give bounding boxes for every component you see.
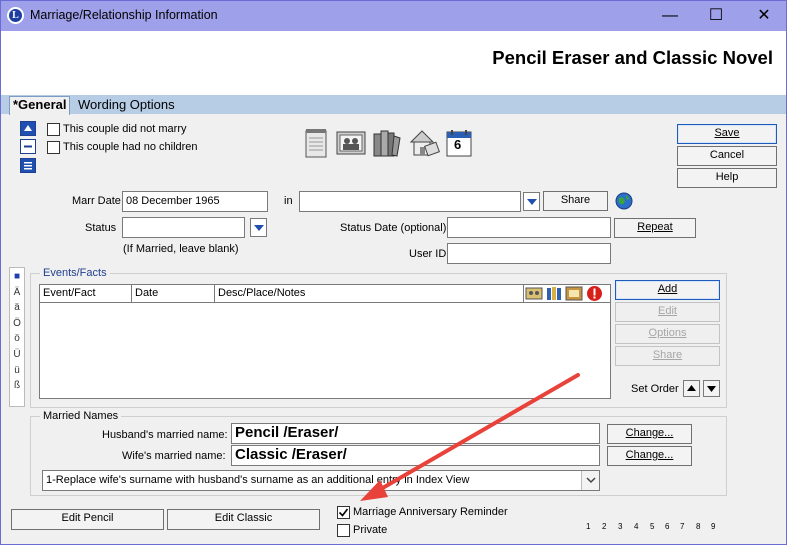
page-number-3[interactable]: 3 — [618, 522, 622, 531]
wife-married-name-input[interactable]: Classic /Eraser/ — [231, 445, 600, 466]
page-number-9[interactable]: 9 — [711, 522, 715, 531]
char-a-umlaut[interactable]: ä — [11, 300, 23, 316]
page-number-2[interactable]: 2 — [602, 522, 606, 531]
status-date-input[interactable] — [447, 217, 611, 238]
col-date[interactable]: Date — [132, 285, 215, 302]
options-event-button[interactable]: Options — [615, 324, 720, 344]
repeat-label: Repeat — [637, 221, 673, 233]
maximize-icon[interactable]: ☐ — [693, 0, 739, 31]
anniversary-reminder-label: Marriage Anniversary Reminder — [353, 506, 508, 518]
table-header-divider — [40, 302, 610, 303]
anniversary-reminder-checkbox[interactable] — [337, 506, 350, 519]
wife-married-name-label: Wife's married name: — [122, 450, 226, 462]
close-icon[interactable]: ✕ — [741, 0, 787, 31]
char-u-umlaut[interactable]: ü — [11, 363, 23, 379]
husband-married-name-label: Husband's married name: — [102, 429, 228, 441]
in-label: in — [284, 195, 293, 207]
globe-icon[interactable] — [615, 192, 633, 210]
share-place-button[interactable]: Share — [543, 191, 608, 211]
save-label: Save — [714, 127, 740, 139]
married-names-group-label: Married Names — [40, 410, 122, 422]
char-eszett[interactable]: ß — [11, 378, 23, 394]
order-down-icon[interactable] — [703, 380, 720, 397]
change-wife-label: Change... — [625, 449, 674, 461]
status-dropdown-icon[interactable] — [250, 218, 267, 237]
page-number-1[interactable]: 1 — [586, 522, 590, 531]
private-label: Private — [353, 524, 388, 536]
no-children-checkbox[interactable] — [47, 141, 60, 154]
media-column-icon[interactable] — [525, 286, 543, 301]
notes-column-icon[interactable] — [565, 286, 583, 301]
did-not-marry-checkbox[interactable] — [47, 123, 60, 136]
edit-wife-button[interactable]: Edit Classic — [167, 509, 320, 530]
window-title: Marriage/Relationship Information — [30, 8, 218, 22]
did-not-marry-label: This couple did not marry — [63, 123, 187, 135]
add-event-button[interactable]: Add — [615, 280, 720, 300]
edit-husband-button[interactable]: Edit Pencil — [11, 509, 164, 530]
add-event-label: Add — [657, 283, 678, 295]
page-number-7[interactable]: 7 — [680, 522, 684, 531]
change-wife-name-button[interactable]: Change... — [607, 446, 692, 466]
user-id-input[interactable] — [447, 243, 611, 264]
tab-wording-options[interactable]: Wording Options — [75, 97, 178, 114]
col-desc-place-notes[interactable]: Desc/Place/Notes — [215, 285, 524, 302]
page-number-4[interactable]: 4 — [634, 522, 638, 531]
status-label: Status — [85, 222, 117, 234]
save-button[interactable]: Save — [677, 124, 777, 144]
index-option-dropdown-icon[interactable] — [581, 471, 599, 490]
set-order-label: Set Order — [631, 383, 679, 395]
user-id-label: User ID — [409, 248, 447, 260]
share-event-label: Share — [652, 349, 683, 361]
marr-date-input[interactable]: 08 December 1965 — [122, 191, 268, 212]
status-hint: (If Married, leave blank) — [123, 243, 239, 255]
order-up-icon[interactable] — [683, 380, 700, 397]
alert-column-icon[interactable] — [586, 285, 603, 302]
page-number-6[interactable]: 6 — [665, 522, 669, 531]
notes-icon[interactable] — [304, 128, 328, 158]
list-menu-icon[interactable] — [20, 158, 36, 173]
no-children-label: This couple had no children — [63, 141, 198, 153]
change-husband-label: Change... — [625, 427, 674, 439]
change-husband-name-button[interactable]: Change... — [607, 424, 692, 444]
minimize-icon[interactable]: — — [647, 0, 693, 31]
events-group-label: Events/Facts — [40, 267, 110, 279]
index-view-option-select[interactable]: 1-Replace wife's surname with husband's … — [42, 470, 600, 491]
collapse-icon[interactable] — [20, 139, 36, 154]
app-logo-icon: L — [7, 7, 24, 24]
tab-general[interactable]: *General — [9, 96, 71, 115]
place-dropdown-icon[interactable] — [523, 192, 540, 211]
couple-name-title: Pencil Eraser and Classic Novel — [492, 47, 773, 68]
char-o-umlaut[interactable]: ö — [11, 331, 23, 347]
repeat-button[interactable]: Repeat — [614, 218, 696, 238]
char-A-umlaut[interactable]: Ä — [11, 285, 23, 301]
page-number-8[interactable]: 8 — [696, 522, 700, 531]
calendar-day-number: 6 — [454, 137, 462, 152]
status-input[interactable] — [122, 217, 245, 238]
media-icon[interactable] — [336, 130, 366, 156]
special-characters-list: ■ Ä ä Ö ö Ü ü ß — [11, 269, 23, 394]
private-checkbox[interactable] — [337, 524, 350, 537]
move-up-icon[interactable] — [20, 121, 36, 136]
home-address-icon[interactable] — [408, 128, 440, 158]
col-event-fact[interactable]: Event/Fact — [40, 285, 132, 302]
options-event-label: Options — [648, 327, 687, 339]
marr-date-label: Marr Date — [72, 195, 121, 207]
sources-icon[interactable] — [372, 128, 402, 158]
char-square[interactable]: ■ — [11, 269, 23, 285]
help-button[interactable]: Help — [677, 168, 777, 188]
marr-place-input[interactable] — [299, 191, 521, 212]
char-U-umlaut[interactable]: Ü — [11, 347, 23, 363]
sources-column-icon[interactable] — [545, 286, 563, 301]
page-number-5[interactable]: 5 — [650, 522, 654, 531]
share-event-button[interactable]: Share — [615, 346, 720, 366]
char-O-umlaut[interactable]: Ö — [11, 316, 23, 332]
edit-event-label: Edit — [658, 305, 677, 317]
husband-married-name-input[interactable]: Pencil /Eraser/ — [231, 423, 600, 444]
cancel-button[interactable]: Cancel — [677, 146, 777, 166]
status-date-label: Status Date (optional) — [340, 222, 447, 234]
edit-event-button[interactable]: Edit — [615, 302, 720, 322]
